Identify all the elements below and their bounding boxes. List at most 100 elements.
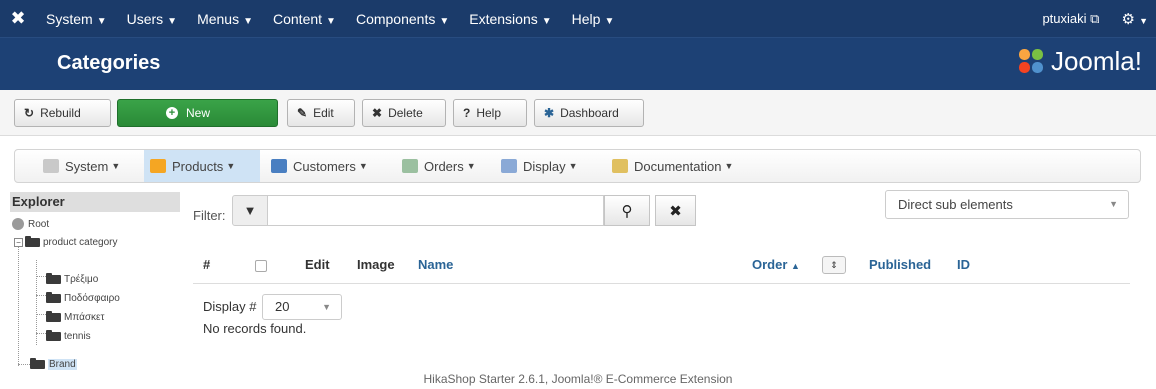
delete-button[interactable]: ✖ Delete (362, 99, 446, 127)
rebuild-button[interactable]: ↻ Rebuild (14, 99, 111, 127)
help-label: Help (476, 106, 502, 120)
hika-menu-display[interactable]: Display ▼ (495, 150, 584, 182)
sort-icon: ⇕ (830, 260, 838, 270)
joomla-brand: Joomla! (1018, 46, 1142, 77)
tree-line (36, 333, 46, 334)
caret-down-icon: ▼ (568, 161, 578, 171)
caret-down-icon: ▼ (1139, 15, 1148, 26)
gear-icon: ⚙ (1121, 10, 1135, 28)
close-icon: ✖ (669, 202, 682, 220)
empty-message: No records found. (203, 321, 307, 336)
menu-system[interactable]: System ▼ (36, 11, 117, 27)
chevron-down-icon: ▼ (322, 302, 331, 312)
col-published[interactable]: Published (869, 257, 931, 272)
menu-users[interactable]: Users ▼ (117, 11, 187, 27)
filter-group: ▼ (232, 195, 604, 226)
col-image: Image (357, 257, 395, 272)
hika-menu-orders[interactable]: Orders ▼ (396, 150, 482, 182)
caret-down-icon: ▼ (439, 15, 450, 27)
dashboard-label: Dashboard (560, 106, 619, 120)
folder-icon (46, 272, 61, 284)
filter-icon: ▼ (232, 195, 268, 226)
select-all-checkbox[interactable] (255, 260, 267, 272)
hikashop-navbar: System ▼ Products ▼ Customers ▼ Orders ▼ Dis… (14, 149, 1141, 183)
search-icon: ⚲ (621, 202, 633, 220)
hika-menu-system-label: System (65, 158, 109, 174)
caret-down-icon: ▼ (111, 161, 121, 171)
clear-filter-button[interactable]: ✖ (655, 195, 696, 226)
sort-asc-icon: ▲ (791, 261, 800, 271)
tree-item-root[interactable]: Root (12, 217, 49, 231)
tree-item-brand[interactable]: Brand (30, 357, 77, 371)
joomla-brand-text: Joomla! (1050, 46, 1142, 76)
tree-item-tennis[interactable]: tennis (46, 329, 91, 343)
tree-item-label: Μπάσκετ (64, 311, 105, 323)
delete-label: Delete (388, 106, 423, 120)
rebuild-icon: ↻ (24, 106, 35, 120)
folder-icon (25, 235, 40, 247)
folder-icon (30, 357, 45, 369)
help-icon: ? (463, 106, 471, 120)
display-limit-select[interactable]: 20 ▼ (262, 294, 342, 320)
hika-menu-documentation-label: Documentation (634, 158, 722, 174)
hika-menu-system[interactable]: System ▼ (37, 150, 126, 182)
tree-item-label: Ποδόσφαιρο (64, 292, 120, 304)
tree-line (18, 364, 30, 365)
top-navbar: ✖ System ▼ Users ▼ Menus ▼ Content ▼ Compone… (0, 0, 1156, 37)
menu-content[interactable]: Content ▼ (263, 11, 346, 27)
col-order[interactable]: Order ▲ (752, 257, 800, 272)
caret-down-icon: ▼ (326, 15, 336, 27)
documentation-icon (612, 159, 628, 173)
tree-item-product-category[interactable]: − product category (14, 235, 118, 249)
top-menu: System ▼ Users ▼ Menus ▼ Content ▼ Component… (36, 11, 624, 27)
top-right: ptuxiaki ⧉ ⚙ ▼ (1042, 0, 1148, 37)
new-button[interactable]: + New (117, 99, 278, 127)
hika-menu-products-label: Products (172, 158, 224, 174)
tree-item-basketball[interactable]: Μπάσκετ (46, 310, 104, 324)
user-name: ptuxiaki (1042, 10, 1087, 26)
joomla-brand-icon (1018, 48, 1045, 75)
caret-down-icon: ▼ (724, 161, 734, 171)
filter-input[interactable] (268, 195, 604, 226)
external-link-icon: ⧉ (1090, 10, 1100, 26)
caret-down-icon: ▼ (243, 15, 253, 27)
search-button[interactable]: ⚲ (604, 195, 650, 226)
plus-icon: + (166, 107, 178, 119)
tree-item-football[interactable]: Ποδόσφαιρο (46, 291, 120, 305)
user-site-link[interactable]: ptuxiaki ⧉ (1042, 11, 1099, 27)
col-id[interactable]: ID (957, 257, 970, 272)
table-divider (193, 283, 1130, 284)
hika-menu-products[interactable]: Products ▼ (144, 150, 260, 182)
display-limit-value: 20 (275, 299, 290, 314)
menu-help[interactable]: Help ▼ (562, 11, 625, 27)
menu-extensions[interactable]: Extensions ▼ (459, 11, 561, 27)
view-mode-select[interactable]: Direct sub elements ▼ (885, 190, 1129, 219)
tree-line (36, 295, 46, 296)
menu-menus[interactable]: Menus ▼ (187, 11, 263, 27)
caret-down-icon: ▼ (226, 161, 236, 171)
col-edit: Edit (305, 257, 330, 272)
caret-down-icon: ▼ (96, 15, 107, 27)
globe-icon (12, 218, 24, 230)
chevron-down-icon: ▼ (1109, 199, 1118, 209)
help-button[interactable]: ? Help (453, 99, 527, 127)
dashboard-button[interactable]: ✱ Dashboard (534, 99, 644, 127)
hika-menu-customers[interactable]: Customers ▼ (265, 150, 374, 182)
folder-icon (46, 310, 61, 322)
category-explorer: Explorer Root − product category Τρέξιμο … (10, 192, 182, 370)
edit-label: Edit (313, 106, 334, 120)
settings-menu[interactable]: ⚙ ▼ (1121, 10, 1148, 28)
save-order-button[interactable]: ⇕ (822, 256, 846, 274)
tree-item-label: product category (43, 236, 118, 248)
menu-components[interactable]: Components ▼ (346, 11, 459, 27)
hika-menu-documentation[interactable]: Documentation ▼ (606, 150, 739, 182)
menu-extensions-label: Extensions (469, 10, 538, 27)
edit-button[interactable]: ✎ Edit (287, 99, 355, 127)
new-label: New (186, 106, 211, 120)
toolbar: ↻ Rebuild + New ✎ Edit ✖ Delete ? Help ✱ Dashb… (0, 90, 1156, 136)
col-name[interactable]: Name (418, 257, 453, 272)
tree-item-running[interactable]: Τρέξιμο (46, 272, 98, 286)
delete-icon: ✖ (372, 106, 383, 120)
collapse-icon[interactable]: − (14, 237, 23, 247)
joomla-logo-icon[interactable]: ✖ (0, 8, 36, 29)
